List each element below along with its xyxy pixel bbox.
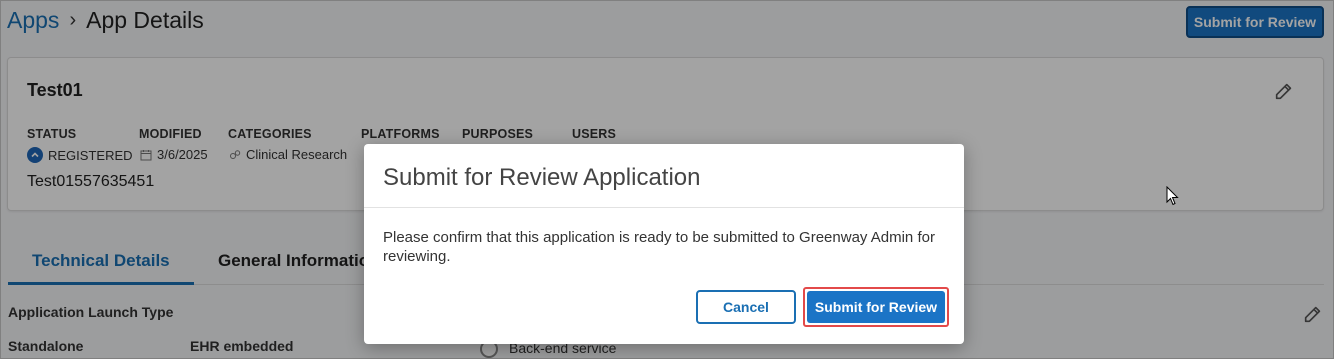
cancel-button[interactable]: Cancel: [696, 290, 796, 324]
submit-review-dialog: Submit for Review Application Please con…: [364, 144, 964, 344]
dialog-title: Submit for Review Application: [383, 164, 701, 191]
dialog-submit-for-review-button[interactable]: Submit for Review: [807, 291, 945, 323]
mouse-cursor-icon: [1166, 186, 1179, 206]
dialog-message: Please confirm that this application is …: [383, 229, 935, 265]
dialog-divider: [364, 207, 964, 208]
